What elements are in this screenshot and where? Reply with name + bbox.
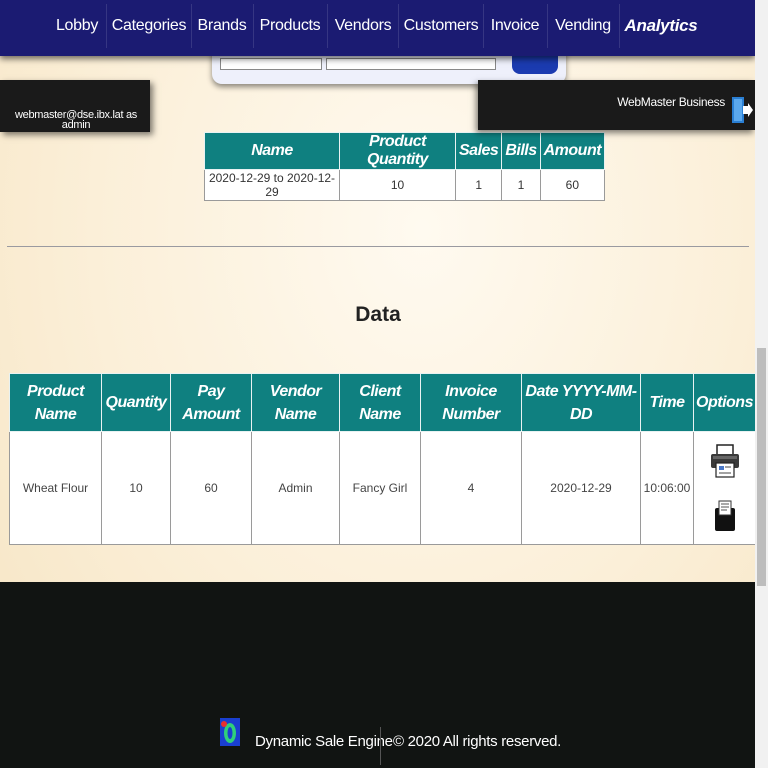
data-header-pay-amount: Pay Amount: [170, 373, 252, 432]
scrollbar-thumb[interactable]: [757, 348, 766, 586]
footer-divider: [380, 727, 381, 765]
nav-divider: [619, 4, 620, 48]
summary-header-sales: Sales: [454, 132, 503, 170]
nav-divider: [483, 4, 484, 48]
data-cell-product-name: Wheat Flour: [9, 431, 102, 545]
search-field-type[interactable]: [220, 58, 322, 70]
table-row: 2020-12-29 to 2020-12-29 10 1 1 60: [204, 169, 606, 201]
user-email-role: webmaster@dse.ibx.lat as admin: [15, 109, 137, 131]
logout-icon[interactable]: [731, 96, 753, 124]
footer-copyright: © 2020 All rights reserved.: [393, 733, 562, 750]
data-header-time: Time: [640, 373, 694, 432]
summary-header-bills: Bills: [501, 132, 541, 170]
data-cell-vendor-name: Admin: [251, 431, 340, 545]
summary-cell-amount: 60: [539, 169, 606, 201]
summary-table: Name Product Quantity Sales Bills Amount…: [204, 132, 606, 201]
data-section-title: Data: [355, 303, 401, 326]
nav-divider: [106, 4, 107, 48]
nav-brands[interactable]: Brands: [195, 0, 249, 52]
summary-cell-name: 2020-12-29 to 2020-12-29: [204, 169, 340, 201]
data-header-invoice-number: Invoice Number: [420, 373, 522, 432]
footer-brand: Dynamic Sale Engine: [255, 733, 393, 750]
summary-cell-sales: 1: [454, 169, 503, 201]
search-field-value[interactable]: [326, 58, 496, 70]
table-row: Wheat Flour 10 60 Admin Fancy Girl 4 202…: [9, 431, 756, 545]
data-table: Product Name Quantity Pay Amount Vendor …: [9, 373, 756, 545]
top-navbar: Lobby Categories Brands Products Vendors…: [0, 0, 755, 56]
nav-divider: [253, 4, 254, 48]
receipt-icon[interactable]: [714, 500, 736, 532]
data-cell-date: 2020-12-29: [521, 431, 641, 545]
user-info-box: webmaster@dse.ibx.lat as admin: [0, 80, 150, 132]
nav-divider: [547, 4, 548, 48]
data-header-date: Date YYYY-MM-DD: [521, 373, 641, 432]
data-cell-pay-amount: 60: [170, 431, 252, 545]
nav-vending[interactable]: Vending: [551, 0, 615, 52]
business-info-box: WebMaster Business: [478, 80, 755, 130]
data-cell-options: [693, 431, 756, 545]
data-cell-invoice-number: 4: [420, 431, 522, 545]
data-header-options: Options: [693, 373, 756, 432]
summary-header-quantity: Product Quantity: [339, 132, 456, 170]
nav-divider: [327, 4, 328, 48]
nav-divider: [398, 4, 399, 48]
data-header-quantity: Quantity: [101, 373, 171, 432]
nav-analytics[interactable]: Analytics: [623, 0, 699, 52]
business-name: WebMaster Business: [617, 95, 725, 109]
nav-products[interactable]: Products: [257, 0, 323, 52]
summary-cell-bills: 1: [501, 169, 541, 201]
data-cell-time: 10:06:00: [640, 431, 694, 545]
nav-lobby[interactable]: Lobby: [52, 0, 102, 52]
data-header-client-name: Client Name: [339, 373, 421, 432]
summary-header-amount: Amount: [539, 132, 606, 170]
section-divider: [7, 246, 749, 247]
nav-categories[interactable]: Categories: [110, 0, 188, 52]
nav-divider: [191, 4, 192, 48]
nav-customers[interactable]: Customers: [402, 0, 480, 52]
summary-header-name: Name: [204, 132, 340, 170]
data-cell-quantity: 10: [101, 431, 171, 545]
brand-logo-icon: [220, 718, 240, 746]
nav-invoice[interactable]: Invoice: [487, 0, 543, 52]
data-cell-client-name: Fancy Girl: [339, 431, 421, 545]
summary-cell-quantity: 10: [339, 169, 456, 201]
nav-vendors[interactable]: Vendors: [331, 0, 395, 52]
printer-icon[interactable]: [710, 444, 740, 478]
data-header-vendor-name: Vendor Name: [251, 373, 340, 432]
data-header-product-name: Product Name: [9, 373, 102, 432]
